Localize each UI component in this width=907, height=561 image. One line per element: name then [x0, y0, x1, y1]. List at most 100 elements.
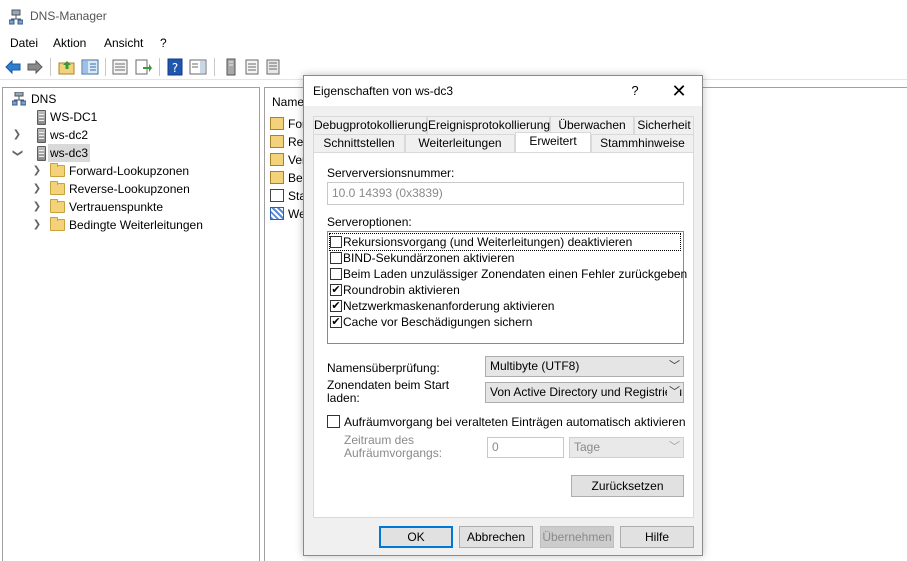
- menu-aktion[interactable]: Aktion: [53, 36, 86, 50]
- scavenging-label: Aufräumvorgang bei veralteten Einträgen …: [344, 415, 686, 429]
- zone-load-label-2: laden:: [327, 391, 360, 405]
- dns-manager-icon: [9, 9, 23, 25]
- chevron-down-icon: ﹀: [669, 360, 680, 372]
- chevron-right-icon[interactable]: ❯: [32, 180, 42, 198]
- records-icon[interactable]: [243, 58, 261, 76]
- folder-icon: [270, 135, 284, 148]
- window-title: DNS-Manager: [30, 9, 107, 23]
- web-icon: [270, 207, 284, 220]
- properties-icon[interactable]: [111, 58, 129, 76]
- help-icon[interactable]: ?: [625, 81, 645, 101]
- tree-item-ws-dc2[interactable]: ❯ ws-dc2: [9, 126, 209, 144]
- chevron-right-icon[interactable]: ❯: [12, 126, 22, 144]
- tree-label: Vertrauenspunkte: [69, 200, 164, 214]
- tab-debugprotokollierung[interactable]: Debugprotokollierung: [313, 116, 428, 134]
- period-label: Zeitraum des: [344, 433, 415, 447]
- menu-bar: Datei Aktion Ansicht ?: [0, 33, 907, 53]
- list-icon[interactable]: [264, 58, 282, 76]
- folder-icon: [50, 199, 65, 213]
- chevron-right-icon[interactable]: ❯: [32, 216, 42, 234]
- up-folder-icon[interactable]: [58, 58, 76, 76]
- scavenging-checkbox[interactable]: [327, 415, 340, 428]
- folder-icon: [50, 163, 65, 177]
- folder-icon: [270, 153, 284, 166]
- tab-erweitert[interactable]: Erweitert: [515, 132, 591, 152]
- reset-button[interactable]: Zurücksetzen: [571, 475, 684, 497]
- close-icon[interactable]: ✕: [667, 80, 691, 102]
- dns-icon: [12, 92, 26, 106]
- server-options-label: Serveroptionen:: [327, 215, 412, 229]
- column-header-name[interactable]: Name: [272, 95, 304, 109]
- menu-ansicht[interactable]: Ansicht: [104, 36, 143, 50]
- zone-load-select[interactable]: Von Active Directory und Registrierung ﹀: [485, 382, 684, 403]
- checkbox-checked[interactable]: ✔: [330, 284, 342, 296]
- svg-text:?: ?: [172, 61, 178, 75]
- tree-label: Reverse-Lookupzonen: [69, 182, 190, 196]
- help-icon[interactable]: ?: [166, 58, 184, 76]
- server-version-field: 10.0 14393 (0x3839): [327, 182, 684, 205]
- dialog-title-bar: Eigenschaften von ws-dc3 ? ✕: [304, 76, 702, 106]
- help-button[interactable]: Hilfe: [620, 526, 694, 548]
- chevron-right-icon[interactable]: ❯: [32, 198, 42, 216]
- tree-label: ws-dc3: [48, 144, 91, 162]
- tree-label: DNS: [31, 92, 57, 106]
- name-check-label: Namensüberprüfung:: [327, 361, 440, 375]
- tree-label: Forward-Lookupzonen: [69, 164, 190, 178]
- tree-label: Bedingte Weiterleitungen: [69, 218, 203, 232]
- tree-item-ws-dc1[interactable]: WS-DC1: [9, 108, 209, 126]
- name-check-select[interactable]: Multibyte (UTF8) ﹀: [485, 356, 684, 377]
- show-hide-tree-icon[interactable]: [81, 58, 99, 76]
- chevron-right-icon[interactable]: ❯: [32, 162, 42, 180]
- menu-help[interactable]: ?: [160, 36, 167, 50]
- tree-item-conditional-forwarders[interactable]: ❯ Bedingte Weiterleitungen: [9, 216, 249, 234]
- dialog-title: Eigenschaften von ws-dc3: [313, 84, 454, 98]
- cancel-button[interactable]: Abbrechen: [459, 526, 533, 548]
- export-list-icon[interactable]: [135, 58, 153, 76]
- folder-icon: [50, 217, 65, 231]
- checkbox-checked[interactable]: ✔: [330, 316, 342, 328]
- server-icon: [37, 128, 46, 143]
- checkbox-checked[interactable]: ✔: [330, 300, 342, 312]
- tree-item-ws-dc3[interactable]: ❯ ws-dc3: [9, 144, 209, 162]
- option-disable-recursion[interactable]: Rekursionsvorgang (und Weiterleitungen) …: [329, 233, 681, 251]
- folder-icon: [270, 117, 284, 130]
- tree-item-trust-points[interactable]: ❯ Vertrauenspunkte: [9, 198, 249, 216]
- server-version-label: Serverversionsnummer:: [327, 166, 455, 180]
- menu-datei[interactable]: Datei: [10, 36, 38, 50]
- server-icon[interactable]: [222, 58, 240, 76]
- action-pane-icon[interactable]: [189, 58, 207, 76]
- tree-item-forward-lookup[interactable]: ❯ Forward-Lookupzonen: [9, 162, 249, 180]
- period-label-2: Aufräumvorgangs:: [344, 446, 443, 460]
- forward-arrow-icon[interactable]: [26, 58, 44, 76]
- apply-button[interactable]: Übernehmen: [540, 526, 614, 548]
- document-icon: [270, 189, 284, 202]
- period-unit-select[interactable]: Tage ﹀: [569, 437, 684, 458]
- tree-label: ws-dc2: [50, 128, 89, 142]
- chevron-down-icon[interactable]: ❯: [8, 148, 26, 158]
- back-arrow-icon[interactable]: [4, 58, 22, 76]
- period-input[interactable]: 0: [487, 437, 564, 458]
- server-icon: [37, 110, 46, 125]
- tree-item-reverse-lookup[interactable]: ❯ Reverse-Lookupzonen: [9, 180, 249, 198]
- zone-load-label: Zonendaten beim Start: [327, 378, 450, 392]
- title-bar: DNS-Manager: [0, 0, 907, 32]
- checkbox[interactable]: [330, 268, 342, 280]
- advanced-tab-panel: Serverversionsnummer: 10.0 14393 (0x3839…: [313, 152, 694, 518]
- tab-weiterleitungen[interactable]: Weiterleitungen: [405, 134, 515, 152]
- tab-stammhinweise[interactable]: Stammhinweise: [591, 134, 694, 152]
- ok-button[interactable]: OK: [379, 526, 453, 548]
- chevron-down-icon: ﹀: [669, 441, 680, 453]
- tab-sicherheit[interactable]: Sicherheit: [634, 116, 694, 134]
- properties-dialog: Eigenschaften von ws-dc3 ? ✕ Debugprotok…: [303, 75, 703, 556]
- folder-icon: [270, 171, 284, 184]
- folder-icon: [50, 181, 65, 195]
- chevron-down-icon: ﹀: [667, 383, 680, 402]
- tab-schnittstellen[interactable]: Schnittstellen: [313, 134, 405, 152]
- tree-label: WS-DC1: [50, 110, 98, 124]
- tree-item-dns[interactable]: DNS: [9, 90, 209, 108]
- checkbox[interactable]: [330, 252, 342, 264]
- server-icon: [37, 146, 46, 161]
- checkbox[interactable]: [330, 236, 342, 248]
- console-tree[interactable]: DNS WS-DC1 ❯ ws-dc2 ❯ ws-dc3 ❯ Forward-L…: [2, 87, 260, 561]
- server-options-list[interactable]: Rekursionsvorgang (und Weiterleitungen) …: [327, 231, 687, 344]
